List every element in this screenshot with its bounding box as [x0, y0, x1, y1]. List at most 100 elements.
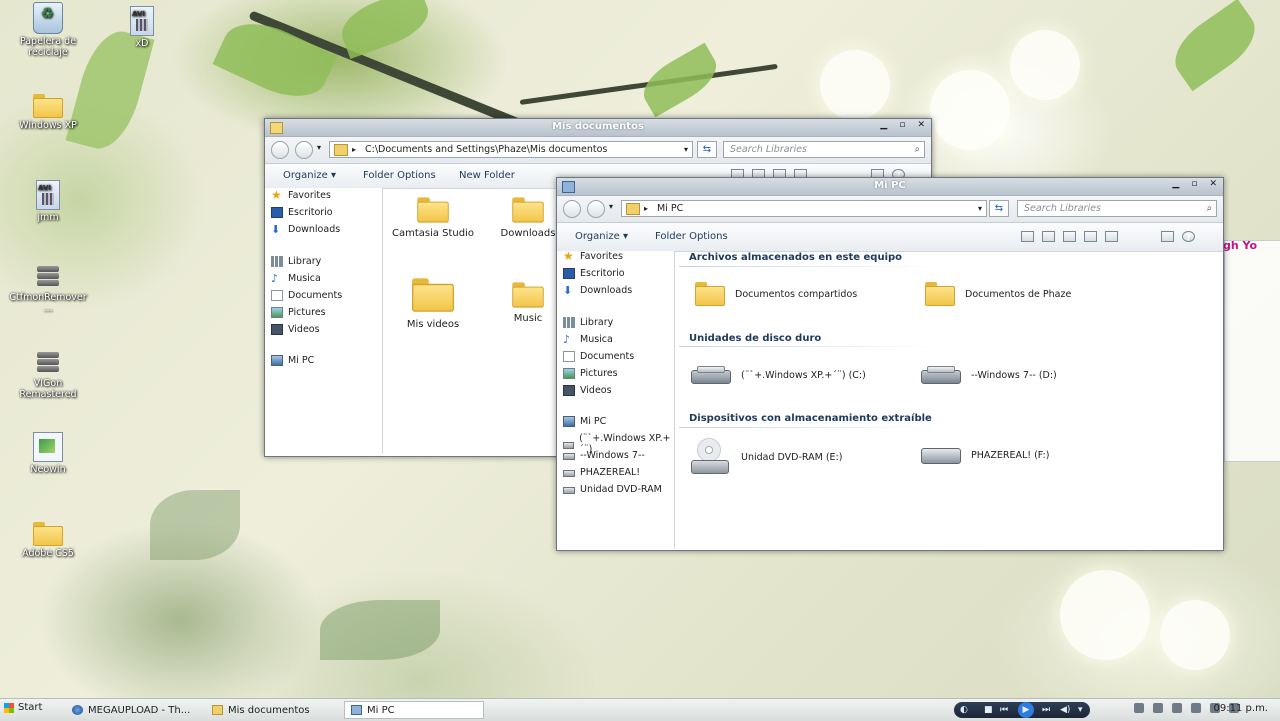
desktop-icon-label: Windows XP	[19, 120, 77, 131]
volume-icon[interactable]: ◀)	[1060, 702, 1070, 718]
next-icon[interactable]: ⏭	[1042, 702, 1050, 718]
drive-item[interactable]: Unidad DVD-RAM (E:)	[691, 438, 842, 476]
folder-options-button[interactable]: Folder Options	[363, 170, 436, 181]
maximize-icon[interactable]: ▫	[899, 120, 905, 130]
view-icon[interactable]	[1021, 231, 1034, 242]
nav-item-videos[interactable]: Videos	[563, 385, 612, 396]
tray-icon[interactable]	[1134, 703, 1144, 713]
close-icon[interactable]: ✕	[917, 120, 925, 130]
search-icon[interactable]: ⌕	[1207, 201, 1212, 216]
minimize-icon[interactable]: ▁	[1172, 179, 1179, 189]
desktop-icon-xd[interactable]: AVI xD	[100, 6, 184, 49]
search-input[interactable]: Search Libraries ⌕	[1017, 200, 1217, 217]
desktop-icon-recycle-bin[interactable]: Papelera de reciclaje	[6, 2, 90, 58]
nav-item-mi-pc[interactable]: Mi PC	[271, 355, 314, 366]
minimize-icon[interactable]: ▁	[880, 120, 887, 130]
help-icon[interactable]: ?	[1182, 231, 1195, 242]
nav-item-drive-d[interactable]: --Windows 7--	[563, 450, 645, 461]
nav-item-drive-f[interactable]: PHAZEREAL!	[563, 467, 640, 478]
desktop-icon-neowin[interactable]: Neowin	[6, 432, 90, 475]
nav-item-documents[interactable]: Documents	[563, 351, 634, 362]
preview-pane-icon[interactable]	[1161, 231, 1174, 242]
desktop-icon-ctfmonremover[interactable]: CtfmonRemover ...	[6, 264, 90, 314]
organize-button[interactable]: Organize ▾	[283, 170, 336, 181]
chevron-down-icon[interactable]: ▾	[684, 142, 688, 157]
nav-item-pictures[interactable]: Pictures	[271, 307, 326, 318]
view-icon[interactable]	[1084, 231, 1097, 242]
removable-drive-icon	[921, 444, 961, 466]
restore-player-icon[interactable]: ◐	[960, 702, 968, 718]
search-icon[interactable]: ⌕	[915, 142, 920, 157]
nav-item-dvd-ram[interactable]: Unidad DVD-RAM	[563, 484, 662, 495]
nav-item-escritorio[interactable]: Escritorio	[563, 268, 625, 279]
chevron-down-icon[interactable]: ▾	[609, 202, 613, 211]
address-field[interactable]: ▸ Mi PC ▾	[621, 200, 987, 217]
title-bar[interactable]: Mi PC ▁ ▫ ✕	[557, 178, 1223, 196]
view-icon[interactable]	[1105, 231, 1118, 242]
nav-item-library[interactable]: Library	[271, 256, 321, 267]
nav-item-documents[interactable]: Documents	[271, 290, 342, 301]
window-mi-pc[interactable]: Mi PC ▁ ▫ ✕ ▾ ▸ Mi PC ▾ ⇆ Search Librari…	[556, 177, 1224, 551]
app-shortcut-icon	[33, 432, 63, 462]
drive-item[interactable]: --Windows 7-- (D:)	[921, 364, 1057, 386]
media-player-toolbar: ◐ ■ ⏮ ▶ ⏭ ◀) ▾	[954, 702, 1090, 718]
back-button[interactable]	[271, 141, 289, 159]
play-icon[interactable]: ▶	[1018, 702, 1034, 718]
desktop-icon-label: CtfmonRemover ...	[9, 292, 87, 314]
organize-button[interactable]: Organize ▾	[575, 231, 628, 242]
new-folder-button[interactable]: New Folder	[459, 170, 515, 181]
chevron-down-icon[interactable]: ▾	[1078, 702, 1083, 718]
tray-icon[interactable]	[1191, 703, 1201, 713]
nav-item-library[interactable]: Library	[563, 317, 613, 328]
previous-icon[interactable]: ⏮	[1000, 702, 1008, 718]
clock[interactable]: 09:11 p.m.	[1214, 703, 1268, 714]
refresh-button[interactable]: ⇆	[697, 141, 717, 158]
download-icon: ⬇	[271, 223, 281, 236]
command-bar: Organize ▾ Folder Options ?	[557, 223, 1223, 252]
view-icon[interactable]	[1063, 231, 1076, 242]
nav-item-favorites[interactable]: ★ Favorites	[271, 189, 331, 201]
folder-item[interactable]: Documentos compartidos	[695, 282, 857, 306]
tray-icon[interactable]	[1172, 703, 1182, 713]
folder-icon	[512, 197, 544, 223]
start-button[interactable]: Start	[4, 702, 42, 713]
desktop-icon-jmm[interactable]: AVI jmm	[6, 180, 90, 223]
folder-options-button[interactable]: Folder Options	[655, 231, 728, 242]
drive-item[interactable]: (¨`+.Windows XP.+´¨) (C:)	[691, 364, 866, 386]
nav-item-favorites[interactable]: ★ Favorites	[563, 249, 623, 263]
forward-button[interactable]	[587, 200, 605, 218]
folder-item[interactable]: Documentos de Phaze	[925, 282, 1071, 306]
search-input[interactable]: Search Libraries ⌕	[723, 141, 925, 158]
chevron-down-icon[interactable]: ▾	[978, 201, 982, 216]
address-field[interactable]: ▸ C:\Documents and Settings\Phaze\Mis do…	[329, 141, 693, 158]
forward-button[interactable]	[295, 141, 313, 159]
nav-item-pictures[interactable]: Pictures	[563, 368, 618, 379]
desktop-icon-windows-xp[interactable]: Windows XP	[6, 94, 90, 131]
nav-item-escritorio[interactable]: Escritorio	[271, 207, 333, 218]
taskbar-button-mis-documentos[interactable]: Mis documentos	[206, 701, 336, 719]
desktop-icon-vigon[interactable]: VIGon Remastered	[6, 350, 90, 400]
title-bar[interactable]: Mis documentos ▁ ▫ ✕	[265, 119, 931, 137]
nav-item-musica[interactable]: ♪ Musica	[271, 273, 321, 284]
stop-icon[interactable]: ■	[984, 702, 993, 718]
star-icon: ★	[563, 249, 574, 263]
nav-item-mi-pc[interactable]: Mi PC	[563, 416, 606, 427]
desktop-icon-adobe-cs5[interactable]: Adobe CS5	[6, 522, 90, 559]
taskbar-button-mi-pc[interactable]: Mi PC	[344, 701, 484, 719]
folder-item[interactable]: Camtasia Studio	[388, 197, 478, 239]
nav-item-downloads[interactable]: ⬇ Downloads	[563, 285, 632, 296]
close-icon[interactable]: ✕	[1209, 179, 1217, 189]
refresh-button[interactable]: ⇆	[989, 200, 1009, 217]
maximize-icon[interactable]: ▫	[1191, 179, 1197, 189]
back-button[interactable]	[563, 200, 581, 218]
chevron-down-icon[interactable]: ▾	[317, 143, 321, 152]
tray-icon[interactable]	[1153, 703, 1163, 713]
taskbar-button-megaupload[interactable]: MEGAUPLOAD - Th...	[66, 701, 196, 719]
view-icon[interactable]	[1042, 231, 1055, 242]
section-heading: Dispositivos con almacenamiento extraíbl…	[689, 413, 932, 424]
drive-item[interactable]: PHAZEREAL! (F:)	[921, 444, 1049, 466]
nav-item-musica[interactable]: ♪ Musica	[563, 334, 613, 345]
folder-item[interactable]: Mis videos	[388, 278, 478, 330]
nav-item-downloads[interactable]: ⬇ Downloads	[271, 224, 340, 235]
nav-item-videos[interactable]: Videos	[271, 324, 320, 335]
